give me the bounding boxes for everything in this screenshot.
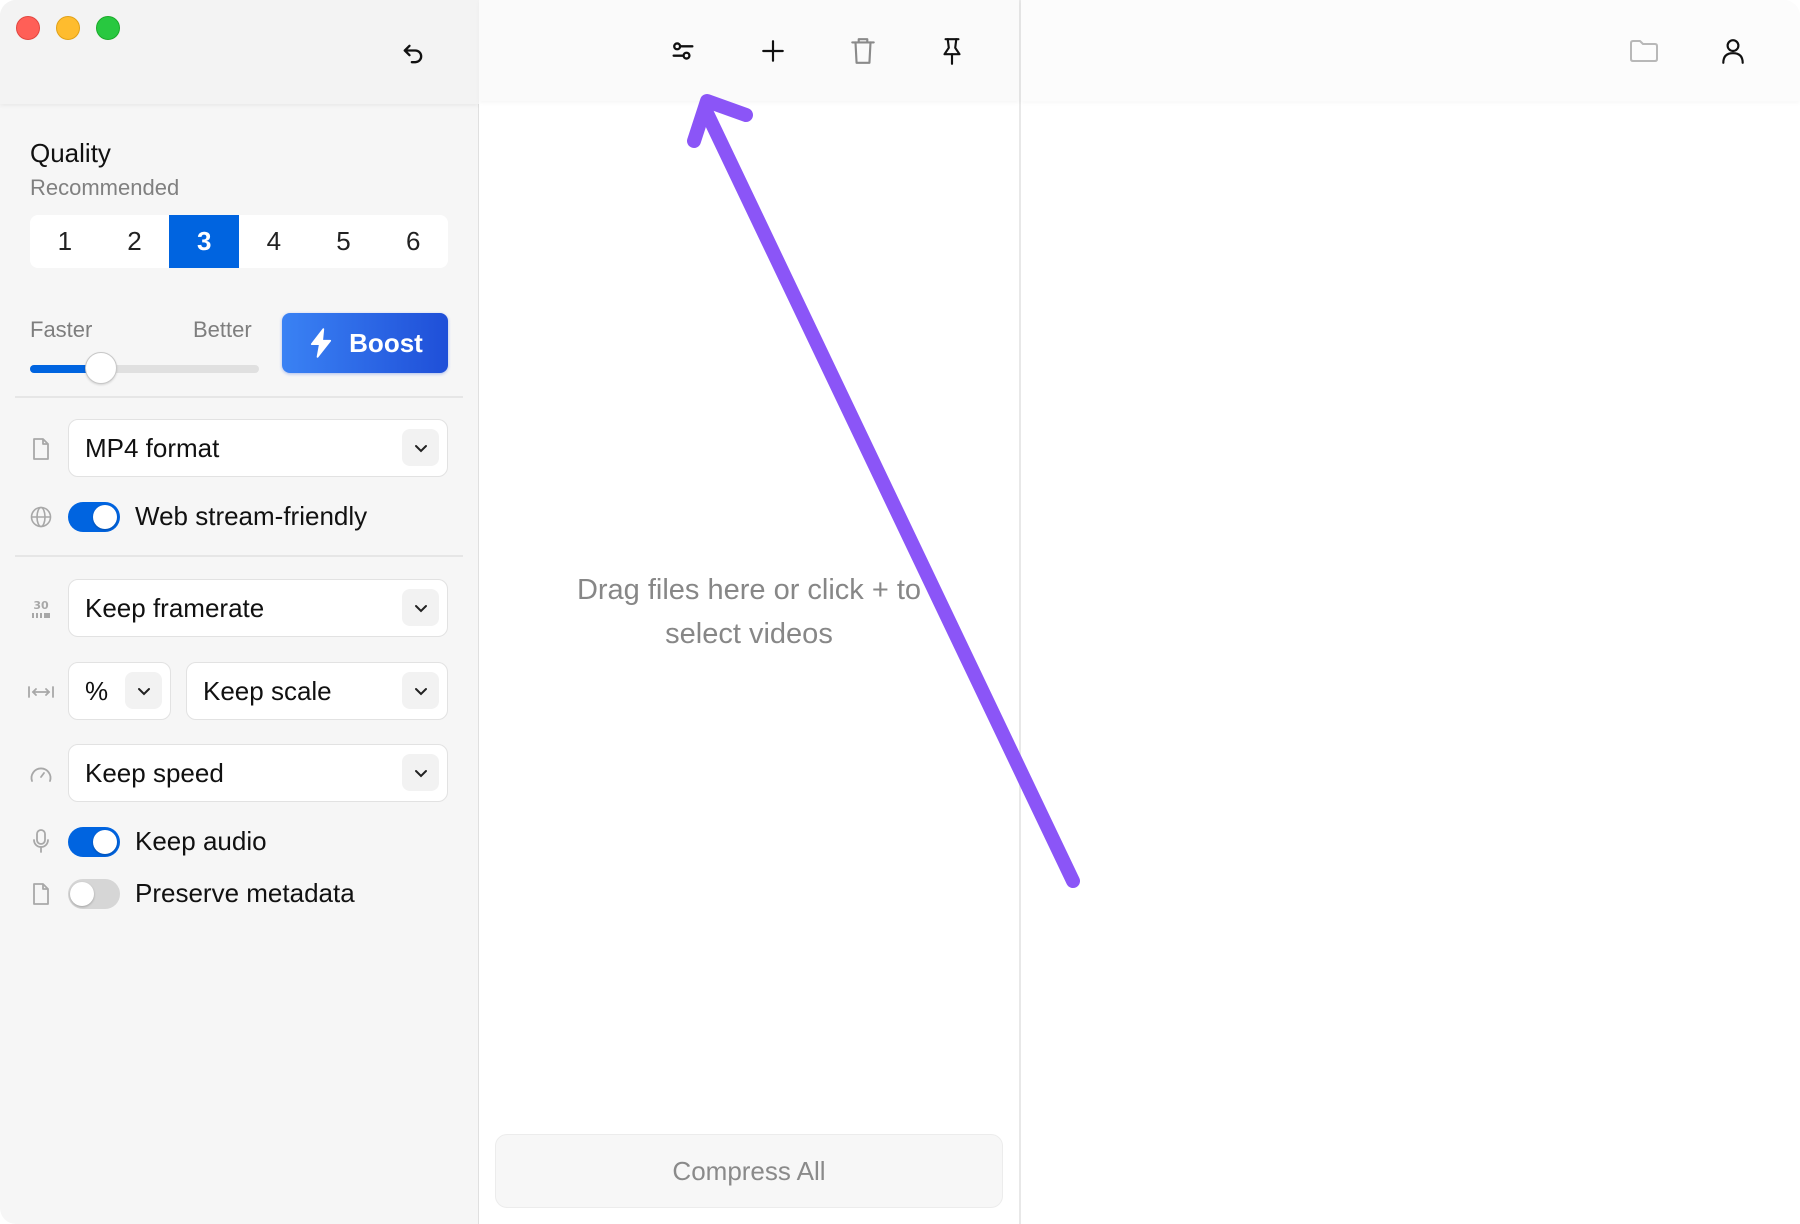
chevron-down-icon <box>125 672 162 709</box>
toggle-knob <box>93 830 117 854</box>
framerate-select[interactable]: Keep framerate <box>68 579 448 637</box>
quality-option-3[interactable]: 3 <box>169 215 240 268</box>
pin-icon <box>943 38 961 65</box>
quality-subtitle: Recommended <box>30 175 180 200</box>
account-button[interactable] <box>1713 31 1753 71</box>
scale-value: Keep scale <box>203 675 332 706</box>
format-select[interactable]: MP4 format <box>68 419 448 477</box>
user-icon <box>1722 39 1744 64</box>
quality-option-1[interactable]: 1 <box>30 215 100 268</box>
resize-icon <box>26 677 56 707</box>
close-window-button[interactable] <box>16 16 40 40</box>
svg-text:30: 30 <box>33 599 49 612</box>
speed-value: Keep speed <box>85 757 224 788</box>
sidebar: Quality Recommended 1 2 3 4 5 6 Faster B… <box>0 0 479 1224</box>
keep-audio-toggle[interactable] <box>68 827 120 857</box>
preserve-metadata-toggle[interactable] <box>68 879 120 909</box>
settings-button[interactable] <box>663 31 703 71</box>
scale-unit-select[interactable]: % <box>68 662 171 720</box>
speed-select[interactable]: Keep speed <box>68 744 448 802</box>
toggle-knob <box>70 882 94 906</box>
quality-segmented-control: 1 2 3 4 5 6 <box>30 215 448 268</box>
web-stream-label: Web stream-friendly <box>135 501 368 531</box>
chevron-down-icon <box>402 589 439 626</box>
drop-zone-hint: Drag files here or click + to select vid… <box>479 568 1019 656</box>
speed-quality-slider[interactable] <box>30 352 259 384</box>
undo-icon <box>403 44 423 64</box>
compress-all-button[interactable]: Compress All <box>495 1134 1003 1208</box>
file-icon <box>26 879 56 909</box>
chevron-down-icon <box>402 429 439 466</box>
settings-sliders-icon <box>672 42 694 60</box>
toggle-knob <box>93 505 117 529</box>
zoom-window-button[interactable] <box>96 16 120 40</box>
boost-button[interactable]: Boost <box>282 313 448 373</box>
framerate-icon: 30 <box>26 594 56 624</box>
globe-icon <box>26 502 56 532</box>
web-stream-toggle[interactable] <box>68 502 120 532</box>
section-divider <box>15 555 463 557</box>
plus-icon <box>762 40 784 62</box>
scale-select[interactable]: Keep scale <box>186 662 448 720</box>
speedometer-icon <box>26 759 56 789</box>
minimize-window-button[interactable] <box>56 16 80 40</box>
file-list-toolbar <box>479 0 1019 101</box>
slider-thumb[interactable] <box>84 352 117 384</box>
preserve-metadata-label: Preserve metadata <box>135 878 355 908</box>
quality-title: Quality <box>30 138 111 168</box>
preview-panel <box>1021 0 1800 1224</box>
chevron-down-icon <box>402 672 439 709</box>
chevron-down-icon <box>402 754 439 791</box>
keep-audio-label: Keep audio <box>135 826 267 856</box>
quality-option-6[interactable]: 6 <box>378 215 448 268</box>
file-icon <box>26 434 56 464</box>
undo-button[interactable] <box>393 34 433 74</box>
microphone-icon <box>26 826 56 856</box>
slider-label-better: Better <box>193 317 252 342</box>
open-folder-button[interactable] <box>1624 31 1664 71</box>
app-window: Quality Recommended 1 2 3 4 5 6 Faster B… <box>0 0 1800 1224</box>
slider-label-faster: Faster <box>30 317 93 342</box>
sidebar-titlebar <box>0 0 479 104</box>
trash-icon <box>851 38 875 64</box>
quality-option-4[interactable]: 4 <box>239 215 309 268</box>
add-files-button[interactable] <box>753 31 793 71</box>
drop-hint-line-1: Drag files here or click + to <box>576 574 922 606</box>
scale-unit-value: % <box>85 675 109 706</box>
file-list-panel: Drag files here or click + to select vid… <box>479 0 1021 1224</box>
preview-toolbar <box>1021 0 1800 101</box>
lightning-icon <box>311 328 332 358</box>
section-divider <box>15 396 463 398</box>
delete-button[interactable] <box>843 31 883 71</box>
drop-hint-line-2: select videos <box>665 618 833 650</box>
folder-icon <box>1630 40 1658 62</box>
quality-option-2[interactable]: 2 <box>100 215 170 268</box>
quality-option-5[interactable]: 5 <box>309 215 379 268</box>
boost-label: Boost <box>349 327 423 358</box>
format-value: MP4 format <box>85 432 220 463</box>
pin-button[interactable] <box>932 31 972 71</box>
framerate-value: Keep framerate <box>85 592 265 623</box>
